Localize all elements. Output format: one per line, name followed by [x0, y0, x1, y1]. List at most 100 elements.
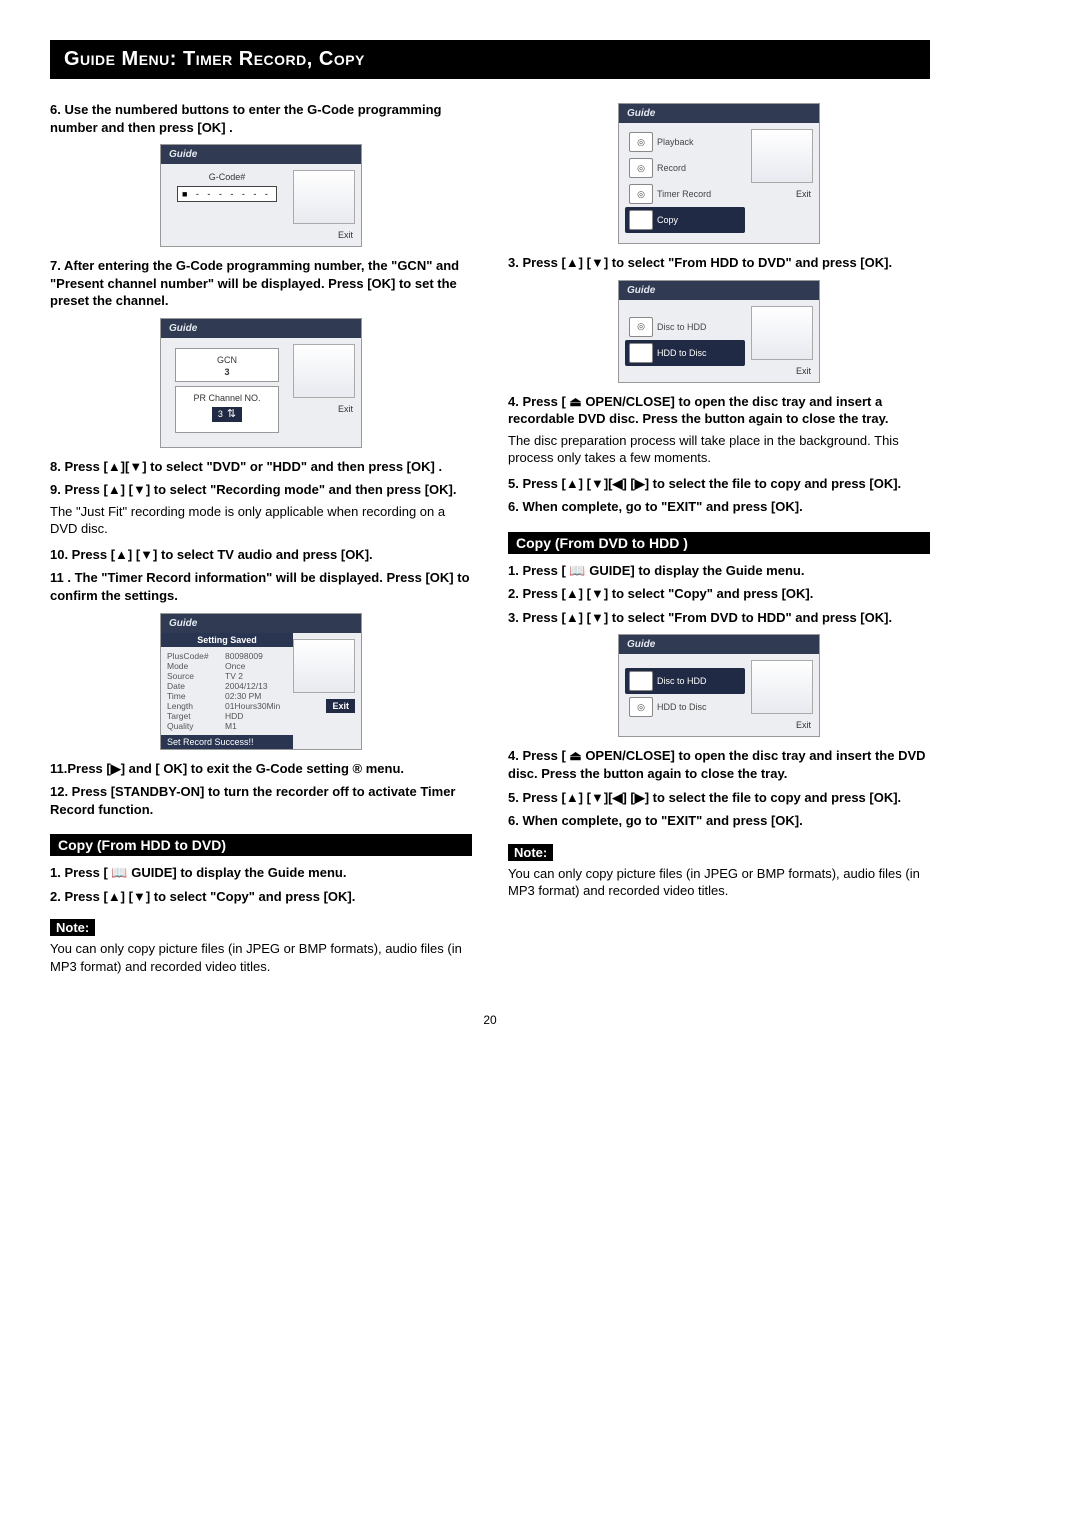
setting-row: SourceTV 2	[167, 671, 287, 681]
gcode-label: G-Code#	[167, 172, 287, 182]
guide-header: Guide	[619, 635, 819, 654]
menu-icon: ◎	[629, 343, 653, 363]
menu-icon: ◎	[629, 158, 653, 178]
preview-thumb	[751, 306, 813, 360]
page-number: 20	[50, 1013, 930, 1027]
guide-gcn: Guide GCN 3 PR Channel NO. 3 ⇅	[160, 318, 362, 448]
d-step-2: 2. Press [▲] [▼] to select "Copy" and pr…	[508, 585, 930, 603]
setting-row: TargetHDD	[167, 711, 287, 721]
setting-title: Setting Saved	[161, 633, 293, 647]
pr-channel-selector[interactable]: 3 ⇅	[212, 407, 242, 422]
hdd-step-1: 1. Press [ 📖 GUIDE] to display the Guide…	[50, 864, 472, 882]
exit-label[interactable]: Exit	[751, 366, 813, 376]
left-column: 6. Use the numbered buttons to enter the…	[50, 95, 472, 983]
d-step-3: 3. Press [▲] [▼] to select "From DVD to …	[508, 609, 930, 627]
note-tag: Note:	[50, 919, 95, 936]
menu-item-label: Record	[657, 163, 686, 173]
step-11b: 11.Press [▶] and [ OK] to exit the G-Cod…	[50, 760, 472, 778]
r-step-4-note: The disc preparation process will take p…	[508, 432, 930, 467]
stepper-icon: ⇅	[227, 409, 236, 420]
menu-icon: ◎	[629, 671, 653, 691]
menu-item[interactable]: ◎ Record	[625, 155, 745, 181]
hdd-step-2: 2. Press [▲] [▼] to select "Copy" and pr…	[50, 888, 472, 906]
two-column-layout: 6. Use the numbered buttons to enter the…	[50, 95, 930, 983]
guide-header: Guide	[161, 319, 361, 338]
page-title: Guide Menu: Timer Record, Copy	[50, 40, 930, 79]
d-step-5: 5. Press [▲] [▼][◀] [▶] to select the fi…	[508, 789, 930, 807]
menu-item[interactable]: ◎ Timer Record	[625, 181, 745, 207]
guide-header: Guide	[161, 614, 361, 633]
menu-item[interactable]: ◎ HDD to Disc	[625, 340, 745, 366]
r-step-3: 3. Press [▲] [▼] to select "From HDD to …	[508, 254, 930, 272]
guide-copy-dir-1: Guide ◎ Disc to HDD ◎ HDD to Disc Exit	[618, 280, 820, 383]
menu-item[interactable]: ◎ Playback	[625, 129, 745, 155]
d-step-6: 6. When complete, go to "EXIT" and press…	[508, 812, 930, 830]
menu-item-label: Disc to HDD	[657, 676, 707, 686]
setting-row: ModeOnce	[167, 661, 287, 671]
r-step-6: 6. When complete, go to "EXIT" and press…	[508, 498, 930, 516]
menu-item[interactable]: ◎ Disc to HDD	[625, 668, 745, 694]
gcn-value: 3	[176, 367, 278, 377]
section-copy-dvd-hdd: Copy (From DVD to HDD )	[508, 532, 930, 554]
setting-row: Time02:30 PM	[167, 691, 287, 701]
menu-icon: ◎	[629, 184, 653, 204]
menu-icon: ◎	[629, 697, 653, 717]
menu-item-label: HDD to Disc	[657, 348, 707, 358]
section-copy-hdd-dvd: Copy (From HDD to DVD)	[50, 834, 472, 856]
exit-label[interactable]: Exit	[751, 720, 813, 730]
menu-item-label: Timer Record	[657, 189, 711, 199]
preview-thumb	[751, 129, 813, 183]
right-column: Guide ◎ Playback ◎ Record ◎ Timer Record ◎ Copy…	[508, 95, 930, 983]
note-text: You can only copy picture files (in JPEG…	[508, 865, 930, 900]
setting-row: PlusCode#80098009	[167, 651, 287, 661]
menu-item-label: Disc to HDD	[657, 322, 707, 332]
note-text: You can only copy picture files (in JPEG…	[50, 940, 472, 975]
d-step-4: 4. Press [ ⏏ OPEN/CLOSE] to open the dis…	[508, 747, 930, 782]
step-6: 6. Use the numbered buttons to enter the…	[50, 101, 472, 136]
guide-setting-saved: Guide Setting Saved PlusCode#80098009Mod…	[160, 613, 362, 750]
note-tag: Note:	[508, 844, 553, 861]
menu-icon: ◎	[629, 132, 653, 152]
guide-copy-dir-2: Guide ◎ Disc to HDD ◎ HDD to Disc Exit	[618, 634, 820, 737]
step-12: 12. Press [STANDBY-ON] to turn the recor…	[50, 783, 472, 818]
setting-row: QualityM1	[167, 721, 287, 731]
r-step-4: 4. Press [ ⏏ OPEN/CLOSE] to open the dis…	[508, 393, 930, 428]
preview-thumb	[293, 344, 355, 398]
menu-item[interactable]: ◎ Disc to HDD	[625, 314, 745, 340]
guide-header: Guide	[161, 145, 361, 164]
menu-icon: ◎	[629, 210, 653, 230]
exit-label[interactable]: Exit	[751, 189, 813, 199]
guide-gcode-entry: Guide G-Code# ■ - - - - - - - Exit	[160, 144, 362, 247]
menu-item[interactable]: ◎ Copy	[625, 207, 745, 233]
step-9-note: The "Just Fit" recording mode is only ap…	[50, 503, 472, 538]
pr-label: PR Channel NO.	[176, 393, 278, 403]
preview-thumb	[293, 639, 355, 693]
menu-item-label: Copy	[657, 215, 678, 225]
preview-thumb	[751, 660, 813, 714]
guide-header: Guide	[619, 281, 819, 300]
preview-thumb	[293, 170, 355, 224]
step-9: 9. Press [▲] [▼] to select "Recording mo…	[50, 481, 472, 499]
setting-footer: Set Record Success!!	[161, 735, 293, 749]
setting-row: Date2004/12/13	[167, 681, 287, 691]
menu-item-label: Playback	[657, 137, 694, 147]
step-8: 8. Press [▲][▼] to select "DVD" or "HDD"…	[50, 458, 472, 476]
exit-label[interactable]: Exit	[293, 230, 355, 240]
r-step-5: 5. Press [▲] [▼][◀] [▶] to select the fi…	[508, 475, 930, 493]
guide-header: Guide	[619, 104, 819, 123]
menu-icon: ◎	[629, 317, 653, 337]
menu-item[interactable]: ◎ HDD to Disc	[625, 694, 745, 720]
guide-main-menu: Guide ◎ Playback ◎ Record ◎ Timer Record ◎ Copy…	[618, 103, 820, 244]
menu-item-label: HDD to Disc	[657, 702, 707, 712]
exit-button[interactable]: Exit	[326, 699, 355, 713]
gcode-input[interactable]: ■ - - - - - - -	[177, 186, 277, 202]
step-11a: 11 . The "Timer Record information" will…	[50, 569, 472, 604]
step-10: 10. Press [▲] [▼] to select TV audio and…	[50, 546, 472, 564]
pr-value: 3	[218, 409, 223, 419]
step-7: 7. After entering the G-Code programming…	[50, 257, 472, 310]
exit-label[interactable]: Exit	[293, 404, 355, 414]
gcn-label: GCN	[176, 355, 278, 365]
setting-row: Length01Hours30Min	[167, 701, 287, 711]
d-step-1: 1. Press [ 📖 GUIDE] to display the Guide…	[508, 562, 930, 580]
setting-table: PlusCode#80098009ModeOnceSourceTV 2Date2…	[161, 647, 293, 735]
